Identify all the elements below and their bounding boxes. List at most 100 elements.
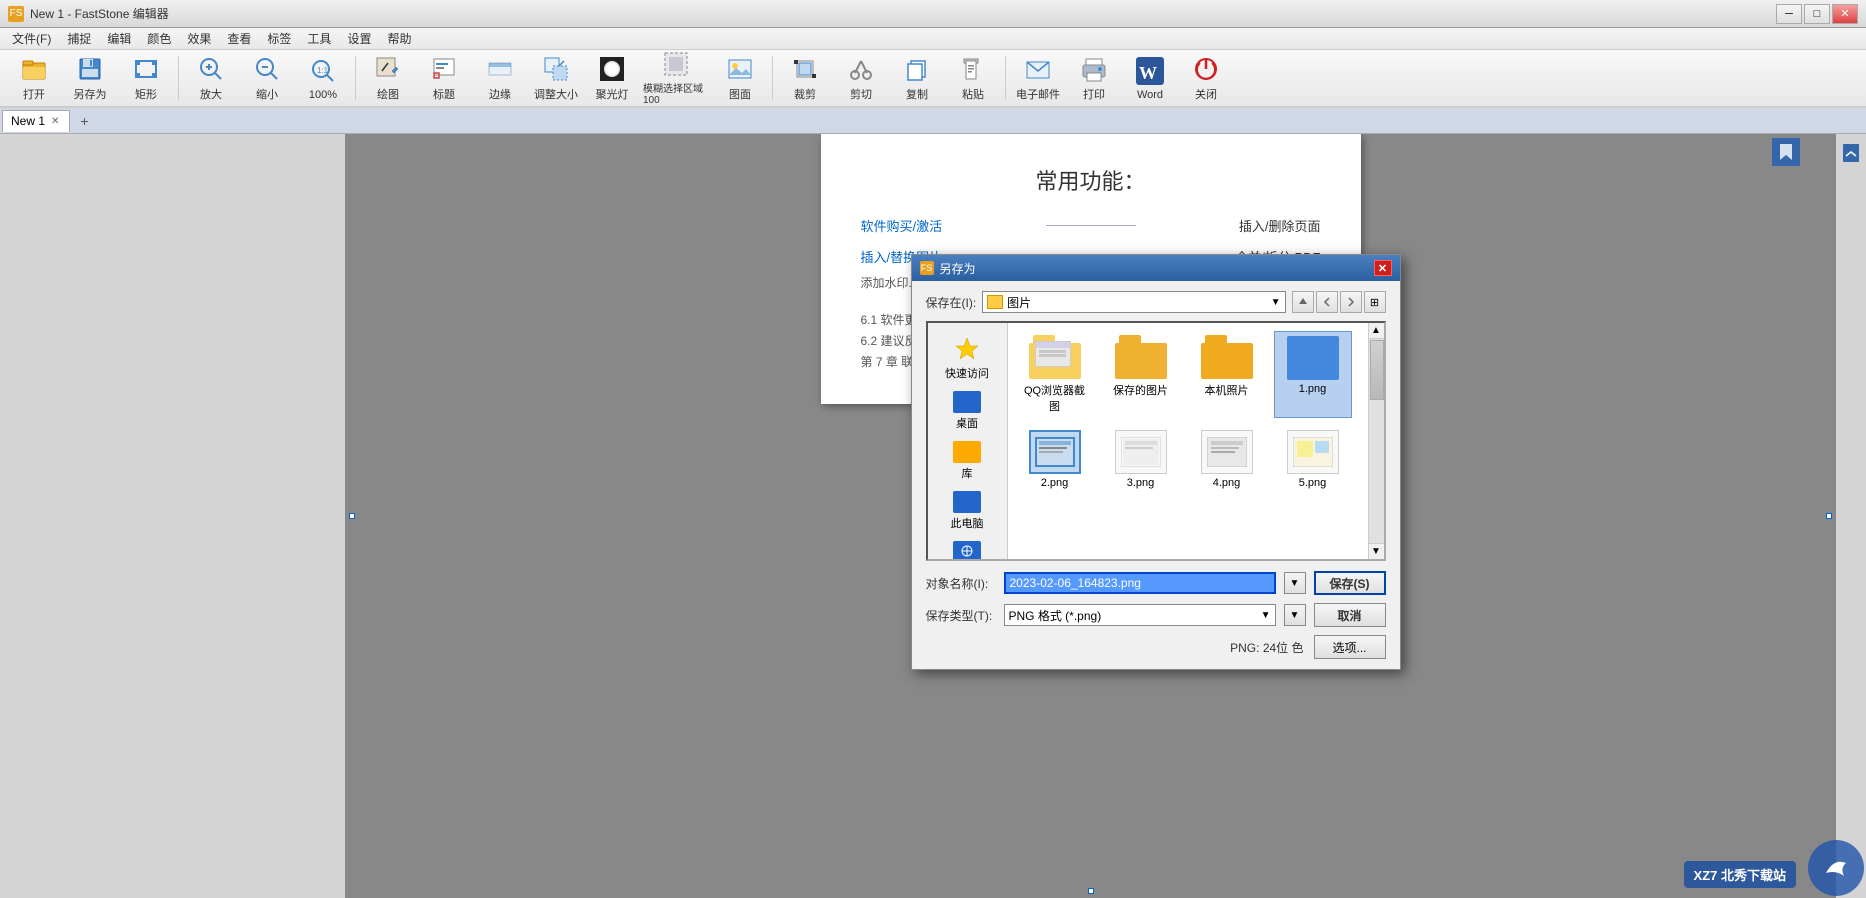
handle-bottom[interactable] — [1088, 888, 1094, 894]
print-button[interactable]: 打印 — [1068, 53, 1120, 103]
tab-new1-label: New 1 — [11, 114, 45, 128]
menu-effects[interactable]: 效果 — [179, 28, 219, 49]
zoom-in-icon — [195, 54, 227, 84]
folder-save-label: 保存的图片 — [1113, 382, 1168, 398]
loc-back-button[interactable] — [1316, 291, 1338, 313]
filetype-dropdown[interactable]: ▼ — [1284, 604, 1306, 626]
resize-button[interactable]: 调整大小 — [530, 53, 582, 103]
zoom-in-label: 放大 — [200, 86, 222, 102]
zoom-100-label: 100% — [309, 89, 337, 101]
loc-up-button[interactable] — [1292, 291, 1314, 313]
tab-close-new1[interactable]: ✕ — [49, 115, 61, 128]
dialog-title-icon: FS — [920, 261, 934, 275]
file-4png[interactable]: 4.png — [1188, 426, 1266, 493]
annotate-button[interactable]: 标题 — [418, 53, 470, 103]
xz7-watermark: XZ7 北秀下载站 — [1684, 861, 1796, 888]
sidebar-pc[interactable]: 此电脑 — [931, 487, 1003, 535]
folder-save[interactable]: 保存的图片 — [1102, 331, 1180, 418]
rect-button[interactable]: 矩形 — [120, 53, 172, 103]
menu-help[interactable]: 帮助 — [379, 28, 419, 49]
open-button[interactable]: 打开 — [8, 53, 60, 103]
scissors-label: 剪切 — [850, 86, 872, 102]
feature-right-0: 插入/删除页面 — [1156, 216, 1321, 235]
location-folder-icon — [987, 295, 1003, 309]
zoom-in-button[interactable]: 放大 — [185, 53, 237, 103]
zoom-out-button[interactable]: 缩小 — [241, 53, 293, 103]
file-3png[interactable]: 3.png — [1102, 426, 1180, 493]
file-5png[interactable]: 5.png — [1274, 426, 1352, 493]
tabs-bar: New 1 ✕ + — [0, 108, 1866, 134]
pc-label: 此电脑 — [951, 515, 984, 531]
toolbar-sep-4 — [1005, 56, 1006, 100]
sidebar-library[interactable]: 库 — [931, 437, 1003, 485]
file-2png-label: 2.png — [1041, 477, 1069, 489]
sidebar-quick-access[interactable]: 快速访问 — [931, 331, 1003, 385]
save-button[interactable]: 保存(S) — [1314, 571, 1386, 595]
open-label: 打开 — [23, 86, 45, 102]
app-title: New 1 - FastStone 编辑器 — [30, 5, 169, 22]
window-close-button[interactable]: ✕ — [1832, 4, 1858, 24]
scrollbar-down-button[interactable]: ▼ — [1369, 543, 1384, 559]
paste-button[interactable]: 粘贴 — [947, 53, 999, 103]
filetype-select[interactable]: PNG 格式 (*.png) ▼ — [1004, 604, 1276, 626]
file-2png[interactable]: 2.png — [1016, 426, 1094, 493]
dialog-close-button[interactable]: ✕ — [1374, 260, 1392, 276]
edge-button[interactable]: 边缘 — [474, 53, 526, 103]
annotate-icon — [428, 54, 460, 84]
menu-view[interactable]: 查看 — [219, 28, 259, 49]
app-icon: FS — [8, 6, 24, 22]
filename-input[interactable] — [1004, 572, 1276, 594]
svg-text:W: W — [1139, 63, 1157, 83]
sidebar-desktop[interactable]: 桌面 — [931, 387, 1003, 435]
zoom-100-button[interactable]: 1:1 100% — [297, 53, 349, 103]
loc-view-button[interactable]: ⊞ — [1364, 291, 1386, 313]
feature-line-0 — [1046, 225, 1136, 226]
file-1png[interactable]: 1.png — [1274, 331, 1352, 418]
location-dropdown[interactable]: 图片 ▼ — [982, 291, 1285, 313]
handle-right[interactable] — [1826, 513, 1832, 519]
draw-button[interactable]: 绘图 — [362, 53, 414, 103]
toolbar-sep-2 — [355, 56, 356, 100]
scissors-button[interactable]: 剪切 — [835, 53, 887, 103]
maximize-button[interactable]: □ — [1804, 4, 1830, 24]
options-button[interactable]: 选项... — [1314, 635, 1386, 659]
close-tool-button[interactable]: 关闭 — [1180, 53, 1232, 103]
location-label: 保存在(I): — [926, 294, 977, 311]
menu-capture[interactable]: 捕捉 — [59, 28, 99, 49]
handle-left[interactable] — [349, 513, 355, 519]
menu-file[interactable]: 文件(F) — [4, 28, 59, 49]
loc-forward-button[interactable] — [1340, 291, 1362, 313]
crop-label: 裁剪 — [794, 86, 816, 102]
cancel-button[interactable]: 取消 — [1314, 603, 1386, 627]
scrollbar-thumb[interactable] — [1370, 340, 1384, 400]
blur-select-button[interactable]: 模糊选择区域100 — [642, 53, 710, 103]
menu-edit[interactable]: 编辑 — [99, 28, 139, 49]
bookmark-icon[interactable] — [1772, 138, 1800, 166]
word-button[interactable]: W Word — [1124, 53, 1176, 103]
bookmark-nav-icon[interactable] — [1840, 142, 1862, 164]
tab-add-button[interactable]: + — [74, 111, 94, 131]
menu-tags[interactable]: 标签 — [259, 28, 299, 49]
spotlight-button[interactable]: 聚光灯 — [586, 53, 638, 103]
menu-tools[interactable]: 工具 — [299, 28, 339, 49]
tab-new1[interactable]: New 1 ✕ — [2, 110, 70, 132]
zoom-out-label: 缩小 — [256, 86, 278, 102]
save-as-button[interactable]: 另存为 — [64, 53, 116, 103]
scrollbar-up-button[interactable]: ▲ — [1369, 323, 1384, 339]
copy-button[interactable]: 复制 — [891, 53, 943, 103]
sidebar-network[interactable]: 网络 — [931, 537, 1003, 561]
folder-local-icon — [1201, 335, 1253, 379]
crop-button[interactable]: 裁剪 — [779, 53, 831, 103]
minimize-button[interactable]: ─ — [1776, 4, 1802, 24]
scissors-icon — [845, 54, 877, 84]
picture-button[interactable]: 图面 — [714, 53, 766, 103]
zoom-100-icon: 1:1 — [307, 55, 339, 87]
filename-dropdown[interactable]: ▼ — [1284, 572, 1306, 594]
menu-settings[interactable]: 设置 — [339, 28, 379, 49]
folder-qq[interactable]: QQ浏览器截图 — [1016, 331, 1094, 418]
menu-color[interactable]: 颜色 — [139, 28, 179, 49]
bottom-row: PNG: 24位 色 选项... — [926, 635, 1386, 659]
folder-local[interactable]: 本机照片 — [1188, 331, 1266, 418]
feature-left-0[interactable]: 软件购买/激活 — [861, 216, 1026, 235]
email-button[interactable]: 电子邮件 — [1012, 53, 1064, 103]
